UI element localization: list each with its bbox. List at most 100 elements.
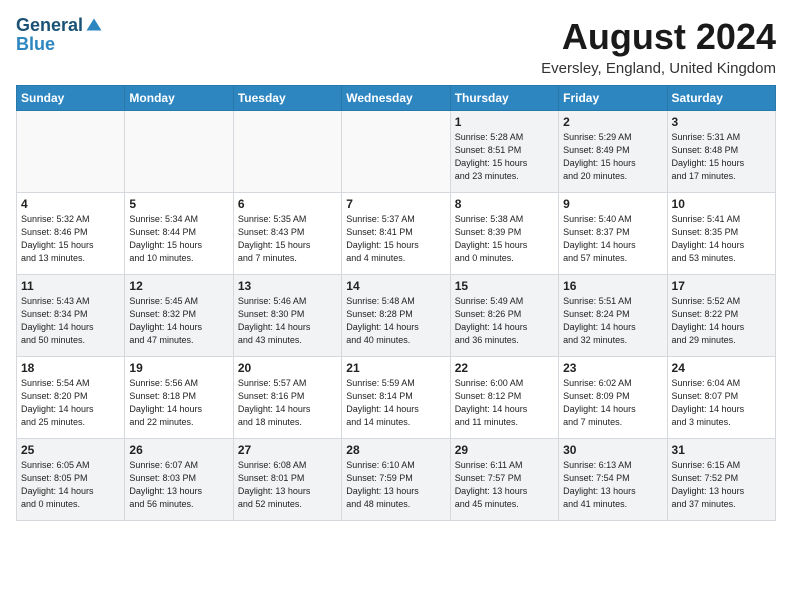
- calendar-table: SundayMondayTuesdayWednesdayThursdayFrid…: [16, 85, 776, 521]
- calendar-header-row: SundayMondayTuesdayWednesdayThursdayFrid…: [17, 86, 776, 111]
- day-number: 31: [672, 443, 771, 457]
- month-title: August 2024: [541, 16, 776, 58]
- day-info: Sunrise: 5:37 AM Sunset: 8:41 PM Dayligh…: [346, 213, 445, 265]
- day-number: 4: [21, 197, 120, 211]
- day-info: Sunrise: 5:41 AM Sunset: 8:35 PM Dayligh…: [672, 213, 771, 265]
- day-info: Sunrise: 6:04 AM Sunset: 8:07 PM Dayligh…: [672, 377, 771, 429]
- day-info: Sunrise: 5:34 AM Sunset: 8:44 PM Dayligh…: [129, 213, 228, 265]
- day-info: Sunrise: 5:43 AM Sunset: 8:34 PM Dayligh…: [21, 295, 120, 347]
- calendar-cell: 30 Sunrise: 6:13 AM Sunset: 7:54 PM Dayli…: [559, 439, 667, 521]
- calendar-cell: 23 Sunrise: 6:02 AM Sunset: 8:09 PM Dayli…: [559, 357, 667, 439]
- calendar-cell: [17, 111, 125, 193]
- logo-blue: Blue: [16, 34, 105, 55]
- calendar-cell: 8 Sunrise: 5:38 AM Sunset: 8:39 PM Daylig…: [450, 193, 558, 275]
- day-info: Sunrise: 5:32 AM Sunset: 8:46 PM Dayligh…: [21, 213, 120, 265]
- day-info: Sunrise: 5:51 AM Sunset: 8:24 PM Dayligh…: [563, 295, 662, 347]
- day-info: Sunrise: 6:11 AM Sunset: 7:57 PM Dayligh…: [455, 459, 554, 511]
- day-info: Sunrise: 6:08 AM Sunset: 8:01 PM Dayligh…: [238, 459, 337, 511]
- day-number: 30: [563, 443, 662, 457]
- calendar-cell: 29 Sunrise: 6:11 AM Sunset: 7:57 PM Dayli…: [450, 439, 558, 521]
- day-info: Sunrise: 5:52 AM Sunset: 8:22 PM Dayligh…: [672, 295, 771, 347]
- calendar-page: General Blue August 2024 Eversley, Engla…: [0, 0, 792, 612]
- day-number: 20: [238, 361, 337, 375]
- day-info: Sunrise: 5:28 AM Sunset: 8:51 PM Dayligh…: [455, 131, 554, 183]
- day-number: 8: [455, 197, 554, 211]
- day-number: 29: [455, 443, 554, 457]
- day-number: 21: [346, 361, 445, 375]
- day-info: Sunrise: 6:02 AM Sunset: 8:09 PM Dayligh…: [563, 377, 662, 429]
- day-info: Sunrise: 5:56 AM Sunset: 8:18 PM Dayligh…: [129, 377, 228, 429]
- day-number: 10: [672, 197, 771, 211]
- day-number: 28: [346, 443, 445, 457]
- day-info: Sunrise: 5:49 AM Sunset: 8:26 PM Dayligh…: [455, 295, 554, 347]
- day-number: 2: [563, 115, 662, 129]
- calendar-cell: 28Sunrise: 6:10 AM Sunset: 7:59 PM Dayli…: [342, 439, 450, 521]
- day-info: Sunrise: 5:54 AM Sunset: 8:20 PM Dayligh…: [21, 377, 120, 429]
- location: Eversley, England, United Kingdom: [541, 60, 776, 77]
- calendar-cell: [233, 111, 341, 193]
- day-info: Sunrise: 5:45 AM Sunset: 8:32 PM Dayligh…: [129, 295, 228, 347]
- day-number: 26: [129, 443, 228, 457]
- calendar-cell: [125, 111, 233, 193]
- calendar-cell: 31 Sunrise: 6:15 AM Sunset: 7:52 PM Dayli…: [667, 439, 775, 521]
- title-block: August 2024 Eversley, England, United Ki…: [541, 16, 776, 77]
- day-number: 22: [455, 361, 554, 375]
- calendar-day-header: Wednesday: [342, 86, 450, 111]
- calendar-cell: 27 Sunrise: 6:08 AM Sunset: 8:01 PM Dayli…: [233, 439, 341, 521]
- day-info: Sunrise: 6:05 AM Sunset: 8:05 PM Dayligh…: [21, 459, 120, 511]
- day-number: 13: [238, 279, 337, 293]
- day-number: 11: [21, 279, 120, 293]
- calendar-cell: 18 Sunrise: 5:54 AM Sunset: 8:20 PM Dayli…: [17, 357, 125, 439]
- day-number: 18: [21, 361, 120, 375]
- calendar-week-row: 11 Sunrise: 5:43 AM Sunset: 8:34 PM Dayli…: [17, 275, 776, 357]
- day-info: Sunrise: 5:38 AM Sunset: 8:39 PM Dayligh…: [455, 213, 554, 265]
- calendar-cell: 20Sunrise: 5:57 AM Sunset: 8:16 PM Dayli…: [233, 357, 341, 439]
- calendar-week-row: 25Sunrise: 6:05 AM Sunset: 8:05 PM Dayli…: [17, 439, 776, 521]
- day-number: 17: [672, 279, 771, 293]
- calendar-week-row: 18 Sunrise: 5:54 AM Sunset: 8:20 PM Dayli…: [17, 357, 776, 439]
- day-info: Sunrise: 5:48 AM Sunset: 8:28 PM Dayligh…: [346, 295, 445, 347]
- day-info: Sunrise: 6:00 AM Sunset: 8:12 PM Dayligh…: [455, 377, 554, 429]
- calendar-cell: 11 Sunrise: 5:43 AM Sunset: 8:34 PM Dayli…: [17, 275, 125, 357]
- calendar-cell: 24 Sunrise: 6:04 AM Sunset: 8:07 PM Dayli…: [667, 357, 775, 439]
- day-info: Sunrise: 5:40 AM Sunset: 8:37 PM Dayligh…: [563, 213, 662, 265]
- calendar-cell: 10 Sunrise: 5:41 AM Sunset: 8:35 PM Dayli…: [667, 193, 775, 275]
- calendar-cell: 7 Sunrise: 5:37 AM Sunset: 8:41 PM Daylig…: [342, 193, 450, 275]
- calendar-cell: 13Sunrise: 5:46 AM Sunset: 8:30 PM Dayli…: [233, 275, 341, 357]
- day-number: 3: [672, 115, 771, 129]
- calendar-cell: 9Sunrise: 5:40 AM Sunset: 8:37 PM Daylig…: [559, 193, 667, 275]
- day-info: Sunrise: 5:29 AM Sunset: 8:49 PM Dayligh…: [563, 131, 662, 183]
- day-number: 16: [563, 279, 662, 293]
- day-number: 19: [129, 361, 228, 375]
- day-number: 1: [455, 115, 554, 129]
- day-number: 24: [672, 361, 771, 375]
- calendar-cell: 22 Sunrise: 6:00 AM Sunset: 8:12 PM Dayli…: [450, 357, 558, 439]
- day-number: 15: [455, 279, 554, 293]
- logo-icon: [85, 17, 103, 35]
- logo: General Blue: [16, 16, 105, 55]
- calendar-cell: 2 Sunrise: 5:29 AM Sunset: 8:49 PM Daylig…: [559, 111, 667, 193]
- day-number: 5: [129, 197, 228, 211]
- calendar-cell: 12Sunrise: 5:45 AM Sunset: 8:32 PM Dayli…: [125, 275, 233, 357]
- calendar-cell: 5 Sunrise: 5:34 AM Sunset: 8:44 PM Daylig…: [125, 193, 233, 275]
- calendar-cell: 14 Sunrise: 5:48 AM Sunset: 8:28 PM Dayli…: [342, 275, 450, 357]
- day-info: Sunrise: 5:31 AM Sunset: 8:48 PM Dayligh…: [672, 131, 771, 183]
- calendar-day-header: Sunday: [17, 86, 125, 111]
- calendar-day-header: Friday: [559, 86, 667, 111]
- day-number: 7: [346, 197, 445, 211]
- calendar-cell: 1 Sunrise: 5:28 AM Sunset: 8:51 PM Daylig…: [450, 111, 558, 193]
- day-info: Sunrise: 6:13 AM Sunset: 7:54 PM Dayligh…: [563, 459, 662, 511]
- calendar-cell: 25Sunrise: 6:05 AM Sunset: 8:05 PM Dayli…: [17, 439, 125, 521]
- day-info: Sunrise: 6:07 AM Sunset: 8:03 PM Dayligh…: [129, 459, 228, 511]
- day-number: 27: [238, 443, 337, 457]
- header: General Blue August 2024 Eversley, Engla…: [16, 16, 776, 77]
- calendar-cell: 16 Sunrise: 5:51 AM Sunset: 8:24 PM Dayli…: [559, 275, 667, 357]
- calendar-cell: 17 Sunrise: 5:52 AM Sunset: 8:22 PM Dayli…: [667, 275, 775, 357]
- day-number: 23: [563, 361, 662, 375]
- calendar-week-row: 1 Sunrise: 5:28 AM Sunset: 8:51 PM Daylig…: [17, 111, 776, 193]
- day-number: 14: [346, 279, 445, 293]
- day-info: Sunrise: 6:15 AM Sunset: 7:52 PM Dayligh…: [672, 459, 771, 511]
- calendar-cell: 19 Sunrise: 5:56 AM Sunset: 8:18 PM Dayli…: [125, 357, 233, 439]
- day-info: Sunrise: 5:35 AM Sunset: 8:43 PM Dayligh…: [238, 213, 337, 265]
- calendar-cell: 21Sunrise: 5:59 AM Sunset: 8:14 PM Dayli…: [342, 357, 450, 439]
